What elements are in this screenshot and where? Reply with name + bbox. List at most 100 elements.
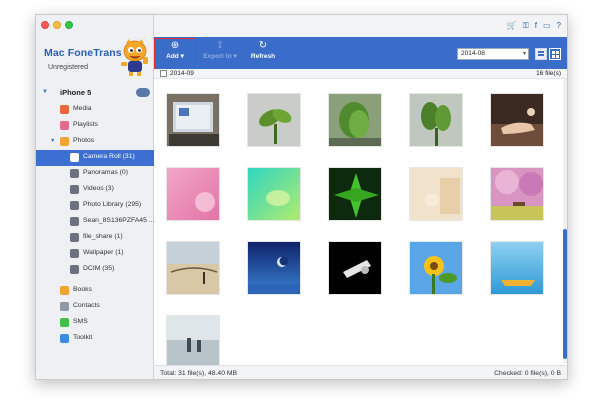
photo-thumbnail[interactable]: [409, 241, 463, 295]
folder-icon: [70, 169, 79, 178]
sidebar-item[interactable]: Books: [36, 283, 154, 299]
sidebar-item[interactable]: Wallpaper (1): [36, 246, 154, 262]
sidebar-item[interactable]: Sean_8S136PZFA45 ...: [36, 214, 154, 230]
photo-thumbnail[interactable]: [490, 241, 544, 295]
cart-icon[interactable]: 🛒: [507, 21, 517, 31]
sidebar-item[interactable]: ▼ Photos: [36, 134, 154, 150]
screenshot-stage: Mac FoneTrans Unregistered ▼ iPhone 5 Me…: [0, 0, 600, 400]
sidebar-item-label: Photos: [73, 137, 95, 144]
sidebar-item-label: Photo Library (295): [83, 201, 142, 208]
photo-thumbnail[interactable]: [328, 241, 382, 295]
disclosure-triangle-icon[interactable]: ▼: [50, 138, 55, 144]
minimize-window-button[interactable]: [53, 21, 61, 29]
sidebar-item[interactable]: DCIM (35): [36, 262, 154, 278]
sidebar-item[interactable]: SMS: [36, 315, 154, 331]
sidebar-item-label: Playlists: [73, 121, 98, 128]
date-filter-select[interactable]: 2014-08 ▾: [457, 48, 529, 60]
close-window-button[interactable]: [41, 21, 49, 29]
photo-thumbnail[interactable]: [247, 93, 301, 147]
facebook-icon[interactable]: f: [535, 21, 537, 31]
export-label: Export to: [203, 53, 232, 60]
top-right-icons: 🛒 ⚿ f ▭ ?: [507, 21, 561, 31]
refresh-icon: ↻: [258, 40, 268, 51]
folder-icon: [70, 201, 79, 210]
photo-thumbnail[interactable]: [247, 241, 301, 295]
device-row[interactable]: ▼ iPhone 5: [36, 85, 154, 101]
playlist-icon: [60, 121, 69, 130]
add-highlight-box: [154, 38, 196, 70]
sidebar-item-label: Sean_8S136PZFA45 ...: [83, 217, 155, 224]
folder-icon: [70, 249, 79, 258]
date-filter-value: 2014-08: [461, 50, 485, 57]
photo-thumbnail[interactable]: [166, 93, 220, 147]
photo-thumbnail[interactable]: [166, 241, 220, 295]
disclosure-triangle-icon[interactable]: ▼: [42, 89, 48, 95]
sidebar-item-label: file_share (1): [83, 233, 123, 240]
sidebar-item-label: Media: [73, 105, 92, 112]
sidebar-item-label: Videos (3): [83, 185, 114, 192]
checked-files-status: Checked: 0 file(s), 0 B: [494, 370, 561, 377]
total-files-status: Total: 31 file(s), 48.40 MB: [160, 370, 238, 377]
main-panel: 🛒 ⚿ f ▭ ? ⊕ Add ▾ ⇪ Export to ▾ ↻ Refres…: [154, 15, 567, 379]
refresh-label: Refresh: [250, 53, 276, 60]
photo-thumbnail[interactable]: [166, 315, 220, 369]
help-icon[interactable]: ?: [557, 21, 561, 31]
sidebar-item-label: SMS: [73, 318, 88, 325]
sidebar-item[interactable]: Media: [36, 102, 154, 118]
list-view-button[interactable]: [535, 48, 547, 60]
toolkit-icon: [60, 334, 69, 343]
photo-thumbnail[interactable]: [409, 93, 463, 147]
photo-thumbnail[interactable]: [247, 167, 301, 221]
mascot-logo: [121, 39, 148, 76]
books-icon: [60, 286, 69, 295]
sidebar-item[interactable]: Toolkit: [36, 331, 154, 347]
sidebar-item[interactable]: Panoramas (0): [36, 166, 154, 182]
export-icon: ⇪: [215, 40, 225, 51]
app-window: Mac FoneTrans Unregistered ▼ iPhone 5 Me…: [35, 14, 568, 380]
sms-icon: [60, 318, 69, 327]
group-date-label: 2014-09: [170, 70, 194, 77]
device-connected-icon: [136, 88, 150, 97]
select-group-checkbox[interactable]: [160, 70, 167, 77]
folder-icon: [70, 153, 79, 162]
media-icon: [60, 105, 69, 114]
sidebar-item[interactable]: file_share (1): [36, 230, 154, 246]
sidebar-item[interactable]: Camera Roll (31): [36, 150, 154, 166]
registration-status[interactable]: Unregistered: [48, 64, 88, 71]
sidebar-item-label: DCIM (35): [83, 265, 115, 272]
title-strip: 🛒 ⚿ f ▭ ?: [154, 15, 567, 37]
photo-thumbnail[interactable]: [328, 93, 382, 147]
export-button[interactable]: ⇪ Export to ▾: [200, 40, 240, 66]
sidebar-item[interactable]: Videos (3): [36, 182, 154, 198]
sidebar-item-label: Camera Roll (31): [83, 153, 135, 160]
sidebar-item[interactable]: Playlists: [36, 118, 154, 134]
sidebar-item-label: Wallpaper (1): [83, 249, 124, 256]
scrollbar-thumb[interactable]: [563, 229, 567, 359]
sidebar-item-label: Books: [73, 286, 92, 293]
refresh-button[interactable]: ↻ Refresh: [248, 40, 278, 66]
folder-icon: [70, 233, 79, 242]
sidebar-item[interactable]: Photo Library (295): [36, 198, 154, 214]
photo-thumbnail[interactable]: [166, 167, 220, 221]
key-icon[interactable]: ⚿: [523, 21, 529, 31]
group-header: 2014-09 16 file(s): [154, 69, 567, 79]
chat-icon[interactable]: ▭: [543, 21, 551, 31]
vertical-scrollbar[interactable]: [563, 79, 567, 363]
group-file-count: 16 file(s): [536, 70, 561, 77]
window-controls: [41, 21, 73, 29]
chevron-down-icon: ▾: [522, 51, 526, 57]
app-name: Mac FoneTrans: [44, 47, 122, 59]
photo-thumbnail[interactable]: [328, 167, 382, 221]
photos-icon: [60, 137, 69, 146]
sidebar-item[interactable]: Contacts: [36, 299, 154, 315]
zoom-window-button[interactable]: [65, 21, 73, 29]
grid-view-button[interactable]: [549, 48, 561, 60]
sidebar-item-label: Toolkit: [73, 334, 93, 341]
photo-thumbnail[interactable]: [490, 167, 544, 221]
folder-icon: [70, 185, 79, 194]
photo-thumbnail[interactable]: [409, 167, 463, 221]
sidebar: Mac FoneTrans Unregistered ▼ iPhone 5 Me…: [36, 15, 154, 379]
photo-thumbnail[interactable]: [490, 93, 544, 147]
folder-icon: [70, 265, 79, 274]
device-name: iPhone 5: [60, 88, 92, 97]
